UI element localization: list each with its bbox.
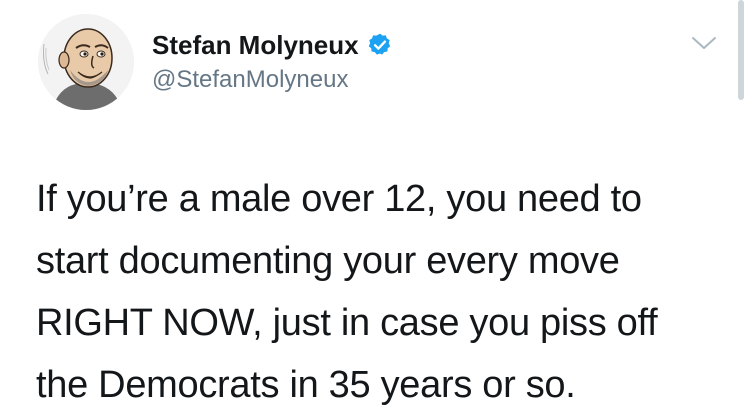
author-block: Stefan Molyneux @StefanMolyneux: [152, 28, 393, 94]
verified-badge-icon: [367, 32, 393, 58]
avatar[interactable]: [38, 14, 134, 110]
tweet-line: RIGHT NOW, just in case you piss off: [36, 302, 658, 344]
tweet-text: If you’re a male over 12, you need to st…: [36, 168, 736, 416]
caricature-avatar: [38, 14, 134, 110]
chevron-down-icon[interactable]: [690, 34, 718, 52]
tweet-line: start documenting your every move: [36, 240, 620, 282]
tweet-line: If you’re a male over 12, you need to: [36, 178, 642, 220]
name-row: Stefan Molyneux: [152, 28, 393, 62]
tweet-line: the Democrats in 35 years or so.: [36, 364, 576, 406]
scrollbar[interactable]: [738, 0, 744, 100]
handle[interactable]: @StefanMolyneux: [152, 66, 393, 94]
display-name[interactable]: Stefan Molyneux: [152, 30, 359, 61]
tweet-card: Stefan Molyneux @StefanMolyneux If you’r…: [0, 0, 750, 409]
